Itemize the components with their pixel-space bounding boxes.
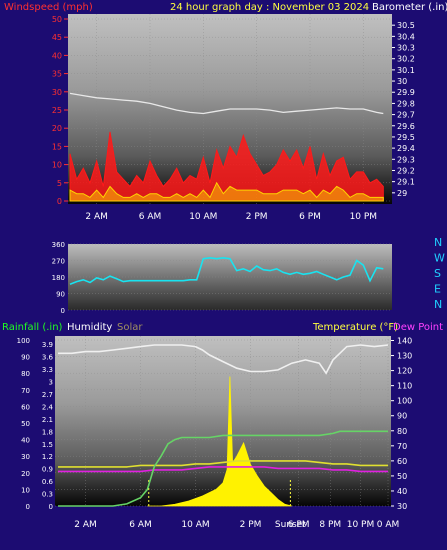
barometer-tick-label: 29.2 <box>397 166 415 175</box>
rain-tick-label: 1.2 <box>42 453 53 461</box>
temperature-tick-label: 130 <box>397 352 412 361</box>
humidity-tick-label: 70 <box>21 387 30 395</box>
wind-tick-label: 35 <box>52 70 62 79</box>
time-tick-label: 6 AM <box>139 212 162 222</box>
barometer-tick-label: 29.6 <box>397 122 415 131</box>
direction-tick-label: 0 <box>61 307 65 315</box>
rain-tick-label: 3.6 <box>42 354 54 362</box>
humidity-tick-label: 20 <box>21 470 30 478</box>
humidity-tick-label: 60 <box>21 403 30 411</box>
windspeed-title: Windspeed (mph) <box>4 2 93 13</box>
direction-tick-label: 270 <box>52 258 65 266</box>
solar-label: Solar <box>117 322 143 333</box>
rain-tick-label: 0.6 <box>42 478 54 486</box>
time-tick-label: 10 AM <box>181 520 209 530</box>
humidity-tick-label: 50 <box>21 420 30 428</box>
time-tick-label: 8 PM <box>319 520 341 530</box>
weather-graph: Windspeed (mph) 24 hour graph day : Nove… <box>2 2 447 530</box>
rain-tick-label: 3 <box>49 379 53 387</box>
compass-label: W <box>434 252 445 265</box>
barometer-tick-label: 29.8 <box>397 99 415 108</box>
barometer-tick-label: 30.5 <box>397 21 415 30</box>
rain-tick-label: 2.7 <box>42 391 53 399</box>
humidity-tick-label: 0 <box>26 503 30 511</box>
rain-tick-label: 1.5 <box>42 441 53 449</box>
barometer-tick-label: 29 <box>397 189 407 198</box>
humidity-label: Humidity <box>67 322 112 333</box>
time-tick-label: 6 AM <box>129 520 152 530</box>
barometer-tick-label: 30.1 <box>397 66 415 75</box>
barometer-tick-label: 30.3 <box>397 44 415 53</box>
humidity-tick-label: 80 <box>21 370 30 378</box>
humidity-tick-label: 10 <box>21 486 30 494</box>
rain-tick-label: 0 <box>49 503 53 511</box>
time-tick-label: 10 PM <box>347 520 375 530</box>
temperature-tick-label: 100 <box>397 397 412 406</box>
compass-label: E <box>434 283 441 296</box>
temperature-tick-label: 30 <box>397 502 407 511</box>
wind-tick-label: 10 <box>52 161 62 170</box>
dewpoint-label: Dew Point ( <box>393 322 447 333</box>
barometer-tick-label: 30 <box>397 77 407 86</box>
time-tick-label: 2 AM <box>85 212 108 222</box>
rain-tick-label: 0.9 <box>42 466 53 474</box>
graph-title: 24 hour graph day : November 03 2024 <box>170 2 369 13</box>
temperature-tick-label: 140 <box>397 337 412 346</box>
humidity-tick-label: 90 <box>21 354 30 362</box>
temperature-tick-label: 90 <box>397 412 407 421</box>
direction-tick-label: 180 <box>52 274 65 282</box>
wind-tick-label: 5 <box>57 179 62 188</box>
rain-tick-label: 1.8 <box>42 428 53 436</box>
wind-tick-label: 45 <box>52 33 62 42</box>
wind-tick-label: 50 <box>52 15 62 24</box>
rainfall-label: Rainfall (.in) <box>2 322 63 333</box>
humidity-tick-label: 40 <box>21 437 30 445</box>
wind-tick-label: 25 <box>52 106 62 115</box>
barometer-tick-label: 29.1 <box>397 178 415 187</box>
compass-label: N <box>434 298 442 311</box>
temperature-label: Temperature (°F) <box>312 322 398 333</box>
direction-tick-label: 90 <box>56 291 65 299</box>
time-tick-label: 6 PM <box>299 212 321 222</box>
temperature-tick-label: 80 <box>397 427 407 436</box>
wind-tick-label: 40 <box>52 51 62 60</box>
temperature-tick-label: 40 <box>397 487 407 496</box>
wind-tick-label: 20 <box>52 124 62 133</box>
barometer-tick-label: 30.2 <box>397 55 415 64</box>
compass-label: N <box>434 236 442 249</box>
temperature-tick-label: 110 <box>397 382 412 391</box>
barometer-tick-label: 29.3 <box>397 155 415 164</box>
temperature-tick-label: 50 <box>397 472 407 481</box>
rain-tick-label: 3.3 <box>42 366 53 374</box>
wind-tick-label: 15 <box>52 142 62 151</box>
barometer-tick-label: 29.7 <box>397 111 415 120</box>
time-tick-label: 2 AM <box>74 520 97 530</box>
temperature-tick-label: 120 <box>397 367 412 376</box>
barometer-tick-label: 29.5 <box>397 133 415 142</box>
time-tick-label: 6 PM <box>288 520 310 530</box>
time-tick-label: 2 PM <box>246 212 268 222</box>
temperature-tick-label: 60 <box>397 457 407 466</box>
time-tick-label: 0 AM <box>377 520 400 530</box>
direction-tick-label: 360 <box>52 241 65 249</box>
barometer-tick-label: 30.4 <box>397 32 415 41</box>
time-tick-label: 10 AM <box>189 212 217 222</box>
compass-label: S <box>434 267 441 280</box>
temperature-tick-label: 70 <box>397 442 407 451</box>
wind-tick-label: 30 <box>52 88 62 97</box>
humidity-tick-label: 100 <box>17 337 30 345</box>
time-tick-label: 10 PM <box>350 212 378 222</box>
barometer-title: Barometer (.in) <box>372 2 447 13</box>
rain-tick-label: 0.3 <box>42 491 53 499</box>
rain-tick-label: 2.4 <box>42 403 54 411</box>
humidity-tick-label: 30 <box>21 453 30 461</box>
barometer-tick-label: 29.9 <box>397 88 415 97</box>
time-tick-label: 2 PM <box>240 520 262 530</box>
barometer-tick-label: 29.4 <box>397 144 415 153</box>
rain-tick-label: 3.9 <box>42 341 53 349</box>
wind-tick-label: 0 <box>57 197 62 206</box>
rain-tick-label: 2.1 <box>42 416 53 424</box>
